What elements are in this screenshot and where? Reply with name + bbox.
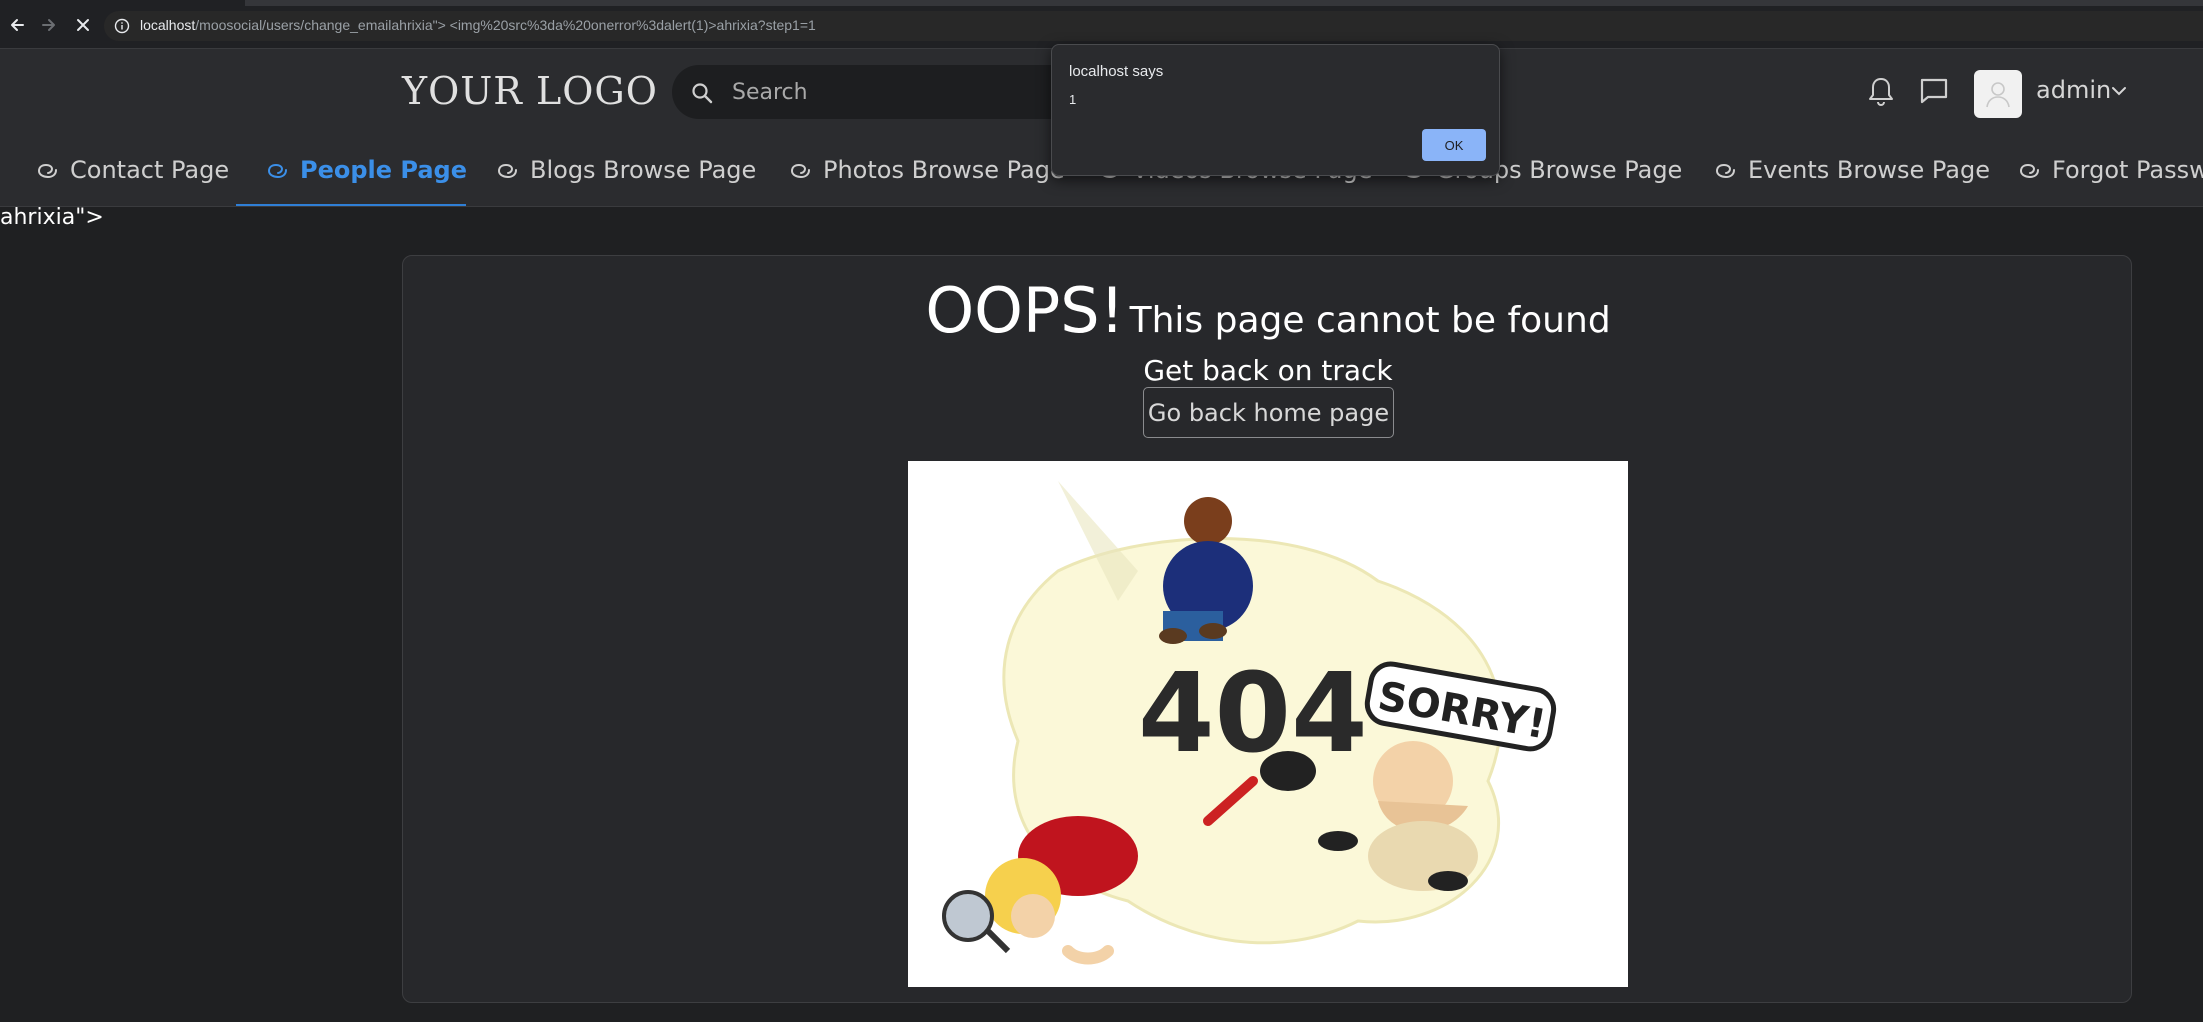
menu-link-icon [790,163,810,179]
404-cartoon-image: 404 SORRY! [942,481,1557,965]
menu-item-label: Events Browse Page [1748,156,1991,184]
search-icon [692,83,713,104]
user-name[interactable]: admin [2036,76,2111,104]
menu-link-icon [1715,163,1735,179]
notifications-bell-icon[interactable] [1866,75,1896,107]
chevron-down-icon[interactable] [2110,84,2128,98]
menu-item-contact[interactable]: Contact Page [36,133,230,206]
menu-item-forgot-password[interactable]: Forgot Password [2018,133,2203,206]
address-bar[interactable]: localhost/moosocial/users/change_emailah… [104,11,2203,41]
stop-loading-icon[interactable] [72,14,94,36]
menu-link-icon [267,163,287,179]
menu-item-blogs[interactable]: Blogs Browse Page [496,133,757,206]
user-avatar[interactable] [1974,70,2022,118]
menu-link-icon [497,163,517,179]
go-home-button[interactable]: Go back home page [1143,387,1394,438]
error-card: OOPS! This page cannot be found Get back… [402,255,2132,1003]
menu-link-icon [2019,163,2039,179]
menu-link-icon [37,163,57,179]
get-back-text: Get back on track [1143,354,1393,387]
active-menu-underline [236,204,466,206]
active-tab[interactable] [0,0,245,6]
menu-item-label: Forgot Password [2052,156,2203,184]
browser-toolbar: localhost/moosocial/users/change_emailah… [0,0,2203,49]
menu-item-people[interactable]: People Page [266,133,467,206]
menu-item-events[interactable]: Events Browse Page [1714,133,1991,206]
tab-strip [0,0,2203,6]
url-path: /moosocial/users/change_emailahrixia"> <… [195,17,816,33]
menu-item-label: Contact Page [70,156,230,184]
menu-item-label: Blogs Browse Page [530,156,757,184]
url-host: localhost [140,17,196,33]
404-illustration: 404 SORRY! [908,461,1628,987]
not-found-text: This page cannot be found [1129,300,1611,341]
alert-message: 1 [1069,92,1077,107]
menu-item-label: Photos Browse Page [823,156,1065,184]
alert-dialog: localhost says 1 OK [1051,44,1500,176]
user-silhouette-icon [1986,82,2010,108]
alert-ok-button[interactable]: OK [1422,129,1486,161]
messages-icon[interactable] [1918,75,1950,107]
forward-icon[interactable] [38,14,60,36]
oops-text: OOPS! [925,274,1125,347]
site-logo[interactable]: YOUR LOGO [402,69,658,113]
illustration-404-text: 404 [1138,649,1368,777]
back-icon[interactable] [6,14,28,36]
menu-item-label: People Page [300,156,467,184]
error-heading: OOPS! This page cannot be found [403,274,2133,347]
site-info-icon[interactable] [114,18,130,34]
menu-item-photos[interactable]: Photos Browse Page [789,133,1065,206]
alert-title: localhost says [1069,63,1164,80]
url-text[interactable]: localhost/moosocial/users/change_emailah… [140,17,816,33]
injected-text: ahrixia"> [0,205,104,230]
